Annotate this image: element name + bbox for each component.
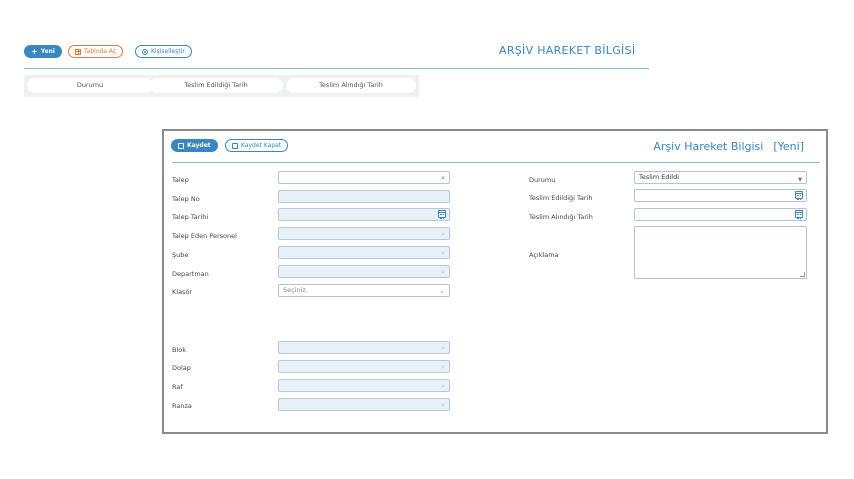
talep-no-field[interactable]	[278, 190, 450, 203]
talep-eden-personel-field[interactable]: ⌕	[278, 227, 450, 240]
table-icon	[75, 48, 81, 55]
sube-label: Şube	[172, 251, 189, 259]
klasor-label: Klasör	[172, 288, 193, 296]
teslim-alindigi-tarih-label: Teslim Alındığı Tarih	[529, 213, 593, 221]
modal-title-tag: [Yeni]	[773, 140, 804, 153]
save-icon	[232, 142, 238, 149]
sube-field[interactable]: ⌕	[278, 246, 450, 259]
departman-label: Departman	[172, 270, 209, 278]
departman-field[interactable]: ⌕	[278, 265, 450, 278]
save-close-button-label: Kaydet Kapat	[241, 142, 282, 149]
chevron-down-icon: ⌄	[439, 287, 445, 295]
talep-tarihi-field[interactable]	[278, 208, 450, 221]
open-in-table-button[interactable]: Tabloda Aç	[68, 45, 124, 58]
ranza-field[interactable]: ⌕	[278, 398, 450, 411]
ranza-label: Ranza	[172, 402, 192, 410]
search-icon[interactable]: ⌕	[441, 362, 445, 373]
raf-label: Raf	[172, 383, 183, 391]
talep-no-label: Talep No	[172, 195, 200, 203]
search-icon[interactable]: ⌕	[441, 229, 445, 240]
calendar-icon[interactable]	[438, 210, 446, 219]
calendar-icon[interactable]	[795, 210, 803, 219]
edit-modal: Kaydet Kaydet Kapat Arşiv Hareket Bilgis…	[162, 129, 828, 434]
caret-down-icon: ▼	[798, 177, 802, 183]
search-icon[interactable]: ⌕	[441, 267, 445, 278]
modal-title: Arşiv Hareket Bilgisi [Yeni]	[653, 140, 804, 153]
dolap-label: Dolap	[172, 364, 191, 372]
title-divider	[24, 68, 649, 69]
teslim-edildigi-tarih-field[interactable]	[634, 189, 807, 202]
save-close-button[interactable]: Kaydet Kapat	[225, 139, 289, 152]
teslim-edildigi-tarih-label: Teslim Edildiği Tarih	[529, 194, 593, 202]
teslim-alindigi-tarih-field[interactable]	[634, 208, 807, 221]
talep-tarihi-label: Talep Tarihi	[172, 213, 209, 221]
aciklama-label: Açıklama	[529, 251, 559, 259]
plus-icon: +	[31, 47, 38, 56]
customize-label: Kişiselleştir	[151, 48, 185, 55]
resize-grip-icon[interactable]	[800, 272, 805, 277]
filter-chip-teslim-edildigi-tarih[interactable]: Teslim Edildiği Tarih	[149, 78, 283, 93]
search-icon[interactable]: ⌕	[441, 173, 445, 184]
klasor-select-value: Seçiniz	[283, 286, 306, 294]
durumu-label: Durumu	[529, 176, 556, 184]
save-button[interactable]: Kaydet	[171, 139, 218, 152]
search-icon[interactable]: ⌕	[441, 381, 445, 392]
durumu-select[interactable]: Teslim Edildi ▼	[634, 171, 807, 184]
talep-field[interactable]: ⌕	[278, 171, 450, 184]
modal-divider	[172, 162, 820, 163]
filter-bar: Durumu Teslim Edildiği Tarih Teslim Alın…	[24, 75, 419, 97]
durumu-select-value: Teslim Edildi	[639, 173, 680, 181]
new-button[interactable]: + Yeni	[24, 45, 62, 58]
talep-label: Talep	[172, 176, 189, 184]
gear-icon	[142, 48, 148, 55]
save-icon	[178, 142, 184, 149]
search-icon[interactable]: ⌕	[441, 343, 445, 354]
customize-button[interactable]: Kişiselleştir	[135, 45, 192, 58]
talep-eden-personel-label: Talep Eden Personel	[172, 232, 237, 240]
klasor-select[interactable]: Seçiniz ⌄	[278, 284, 450, 297]
save-button-label: Kaydet	[187, 142, 211, 149]
modal-title-text: Arşiv Hareket Bilgisi	[653, 140, 764, 153]
aciklama-textarea[interactable]	[634, 226, 807, 279]
dolap-field[interactable]: ⌕	[278, 360, 450, 373]
raf-field[interactable]: ⌕	[278, 379, 450, 392]
filter-chip-durumu[interactable]: Durumu	[27, 78, 153, 93]
open-in-table-label: Tabloda Aç	[84, 48, 117, 55]
page-title: ARŞİV HAREKET BİLGİSİ	[499, 44, 636, 57]
blok-label: Blok	[172, 346, 187, 354]
new-button-label: Yeni	[40, 48, 55, 55]
search-icon[interactable]: ⌕	[441, 400, 445, 411]
calendar-icon[interactable]	[795, 191, 803, 200]
search-icon[interactable]: ⌕	[441, 248, 445, 259]
filter-chip-teslim-alindigi-tarih[interactable]: Teslim Alındığı Tarih	[286, 78, 416, 93]
blok-field[interactable]: ⌕	[278, 341, 450, 354]
